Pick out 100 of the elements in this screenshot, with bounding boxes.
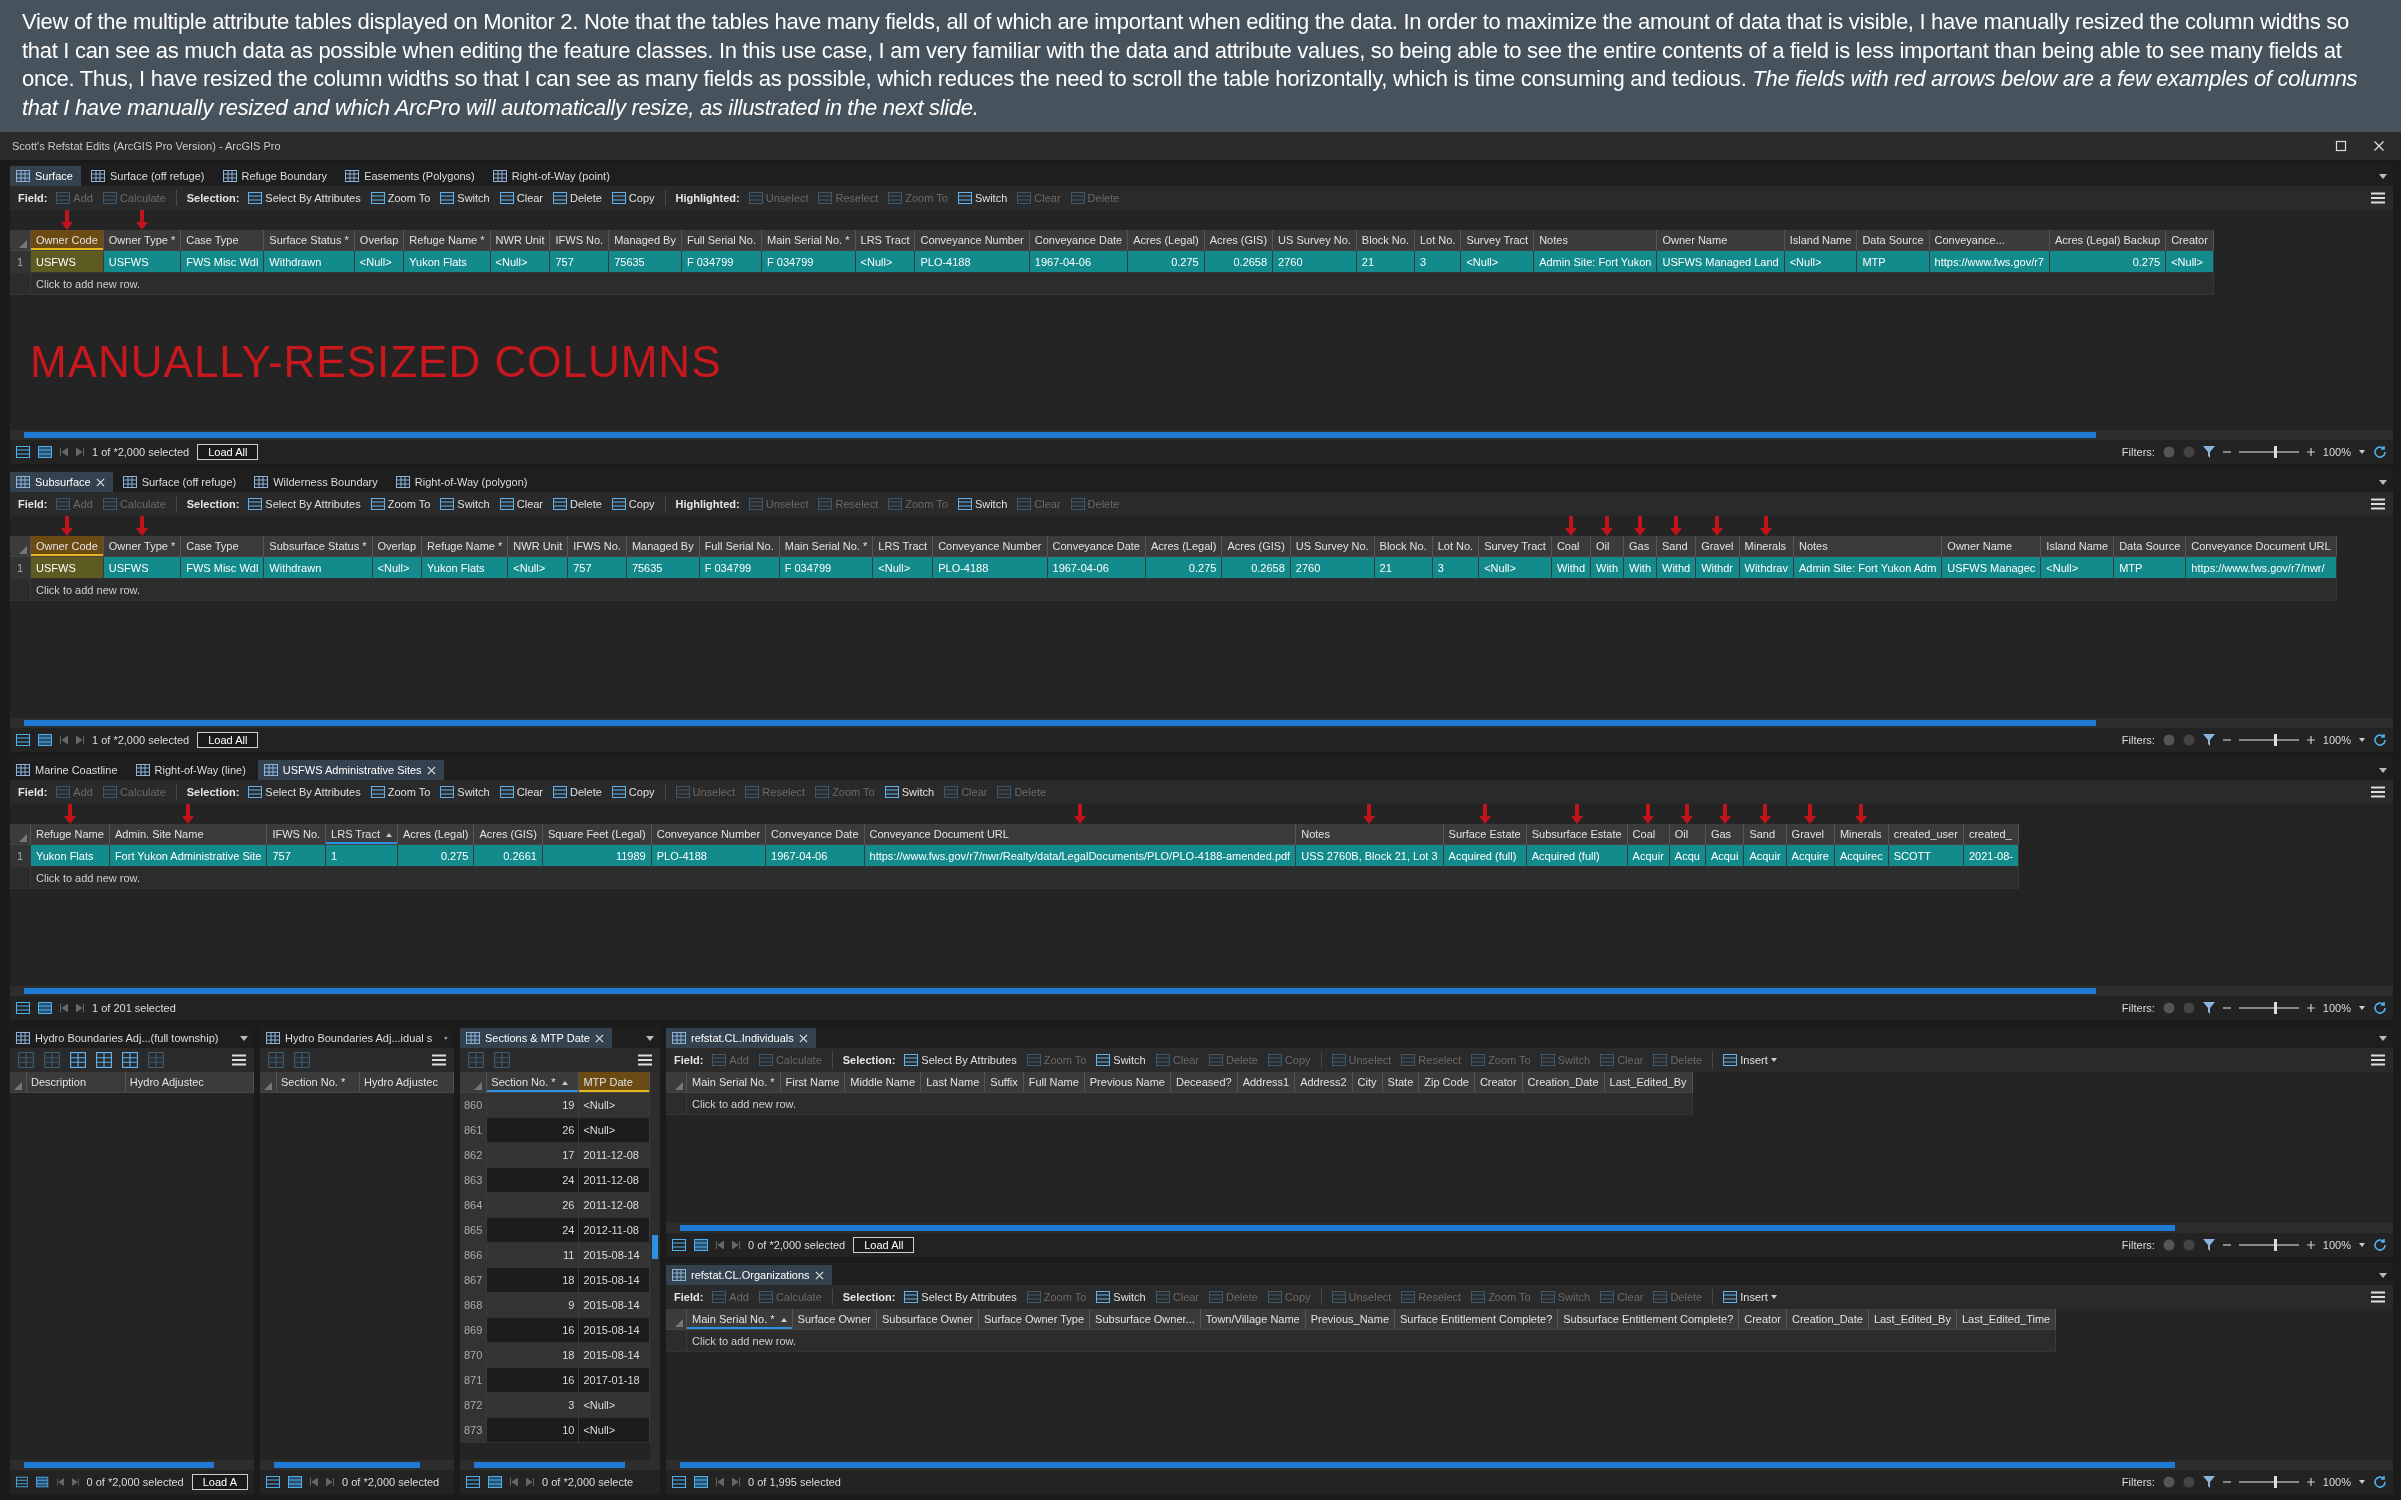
column-header[interactable]: Coal — [1551, 536, 1591, 557]
menu-icon[interactable] — [638, 1054, 652, 1067]
toolbar-button[interactable]: Select By Attributes — [244, 782, 365, 803]
toolbar-button[interactable]: Switch — [953, 494, 1012, 515]
table-row[interactable]: 866 11 2015-08-14 — [460, 1242, 650, 1268]
horizontal-scrollbar[interactable] — [666, 1460, 2393, 1470]
column-header[interactable]: City — [1352, 1072, 1383, 1093]
column-header[interactable]: Overlap — [354, 230, 404, 251]
column-header[interactable]: Acres (GIS) — [1221, 536, 1291, 557]
column-header[interactable]: Deceased? — [1170, 1072, 1238, 1093]
first-page-icon[interactable] — [716, 1241, 724, 1250]
toolbar-button[interactable]: Insert — [1719, 1287, 1781, 1308]
column-header[interactable]: Lot No. — [1432, 536, 1479, 557]
menu-icon[interactable] — [2371, 192, 2385, 205]
horizontal-scrollbar[interactable] — [10, 1460, 254, 1470]
dropdown-icon[interactable] — [2379, 480, 2387, 486]
horizontal-scrollbar[interactable] — [666, 1223, 2393, 1234]
select-all-corner[interactable] — [10, 824, 31, 845]
select-all-corner[interactable] — [10, 536, 31, 557]
column-header[interactable]: Subsurface Entitlement Complete? — [1557, 1309, 1739, 1330]
column-header[interactable]: Hydro Adjustec — [359, 1072, 454, 1093]
select-all-corner[interactable] — [10, 1072, 27, 1093]
column-header[interactable]: LRS Tract — [325, 824, 398, 845]
column-header[interactable]: US Survey No. — [1272, 230, 1357, 251]
column-header[interactable]: Sand — [1656, 536, 1696, 557]
load-all-button[interactable]: Load All — [197, 444, 259, 461]
column-header[interactable]: Description — [26, 1072, 126, 1093]
select-all-corner[interactable] — [460, 1072, 487, 1093]
zoom-in-icon[interactable] — [2306, 448, 2315, 457]
table-row[interactable]: 867 18 2015-08-14 — [460, 1267, 650, 1293]
refresh-icon[interactable] — [2373, 733, 2387, 748]
table-view-icon[interactable] — [16, 734, 30, 747]
column-header[interactable]: Square Feet (Legal) — [542, 824, 652, 845]
toolbar-button[interactable]: Switch — [436, 494, 494, 515]
add-row-prompt[interactable]: Click to add new row. — [30, 578, 2337, 601]
column-header[interactable]: Case Type — [180, 230, 264, 251]
toolbar-button[interactable]: Delete — [549, 494, 606, 515]
column-header[interactable]: Conveyance Date — [765, 824, 864, 845]
column-header[interactable]: Section No. * — [276, 1072, 360, 1093]
last-page-icon[interactable] — [76, 736, 84, 745]
column-header[interactable]: Zip Code — [1418, 1072, 1475, 1093]
table-tab[interactable]: Right-of-Way (point) — [486, 166, 618, 187]
column-header[interactable]: Last_Edited_By — [1604, 1072, 1693, 1093]
horizontal-scrollbar[interactable] — [460, 1460, 660, 1470]
slider-thumb[interactable] — [2274, 1476, 2278, 1488]
column-header[interactable]: Coal — [1627, 824, 1670, 845]
dropdown-icon[interactable] — [2379, 768, 2387, 774]
column-header[interactable]: US Survey No. — [1290, 536, 1375, 557]
table-row[interactable] — [10, 556, 2337, 579]
menu-icon[interactable] — [2371, 498, 2385, 511]
caret-icon[interactable] — [2359, 1243, 2365, 1248]
caret-icon[interactable] — [2359, 738, 2365, 743]
load-all-button[interactable]: Load A — [191, 1474, 248, 1490]
close-icon[interactable] — [594, 1033, 604, 1043]
select-all-corner[interactable] — [260, 1072, 277, 1093]
column-header[interactable]: IFWS No. — [549, 230, 609, 251]
column-header[interactable]: created_user — [1888, 824, 1964, 845]
table-row[interactable]: 861 26 <Null> — [460, 1117, 650, 1143]
zoom-reading[interactable]: 100% — [2322, 1239, 2351, 1252]
column-header[interactable]: Gravel — [1786, 824, 1835, 845]
toolbar-button[interactable]: Switch — [953, 188, 1012, 209]
column-header[interactable]: Acres (GIS) — [1204, 230, 1273, 251]
column-header[interactable]: Full Serial No. — [699, 536, 780, 557]
column-header[interactable]: Owner Type * — [103, 230, 181, 251]
table-tab[interactable]: Right-of-Way (line) — [129, 760, 254, 781]
toolbar-button[interactable]: Select By Attributes — [900, 1050, 1021, 1071]
column-header[interactable]: Last_Edited_By — [1868, 1309, 1957, 1330]
table-tab[interactable]: Surface (off refuge) — [84, 166, 213, 187]
toolbar-button[interactable]: Select By Attributes — [900, 1287, 1021, 1308]
column-header[interactable]: Last_Edited_Time — [1956, 1309, 2056, 1330]
column-header[interactable]: Conveyance Date — [1029, 230, 1128, 251]
table-view-icon[interactable] — [488, 1476, 502, 1488]
zoom-in-icon[interactable] — [2306, 1478, 2315, 1486]
column-header[interactable]: Oil — [1669, 824, 1706, 845]
toolbar-button[interactable]: Delete — [549, 188, 606, 209]
toolbar-button[interactable]: Delete — [549, 782, 606, 803]
column-header[interactable]: State — [1382, 1072, 1419, 1093]
column-header[interactable]: NWR Unit — [490, 230, 550, 251]
column-header[interactable]: Island Name — [2040, 536, 2114, 557]
load-all-button[interactable]: Load All — [197, 732, 259, 749]
column-header[interactable]: First Name — [780, 1072, 845, 1093]
menu-icon[interactable] — [2371, 1291, 2385, 1304]
column-header[interactable]: Gas — [1705, 824, 1744, 845]
filter-toggle-icon[interactable] — [2182, 446, 2195, 459]
table-row[interactable] — [10, 250, 2214, 273]
table-row[interactable]: 871 16 2017-01-18 — [460, 1367, 650, 1393]
first-page-icon[interactable] — [60, 448, 68, 457]
last-page-icon[interactable] — [732, 1241, 740, 1250]
column-header[interactable]: Conveyance Document URL — [2185, 536, 2337, 557]
column-header[interactable]: Main Serial No. * — [761, 230, 856, 251]
column-header[interactable]: NWR Unit — [507, 536, 568, 557]
column-header[interactable]: Owner Type * — [103, 536, 181, 557]
zoom-out-icon[interactable] — [2222, 1478, 2231, 1486]
toolbar-button[interactable]: Switch — [436, 782, 494, 803]
last-page-icon[interactable] — [732, 1478, 740, 1486]
table-tab[interactable]: Surface — [10, 166, 81, 187]
dropdown-icon[interactable] — [646, 1036, 654, 1042]
table-row[interactable] — [10, 844, 2019, 867]
column-header[interactable]: Notes — [1533, 230, 1657, 251]
column-header[interactable]: Owner Code — [30, 230, 104, 251]
